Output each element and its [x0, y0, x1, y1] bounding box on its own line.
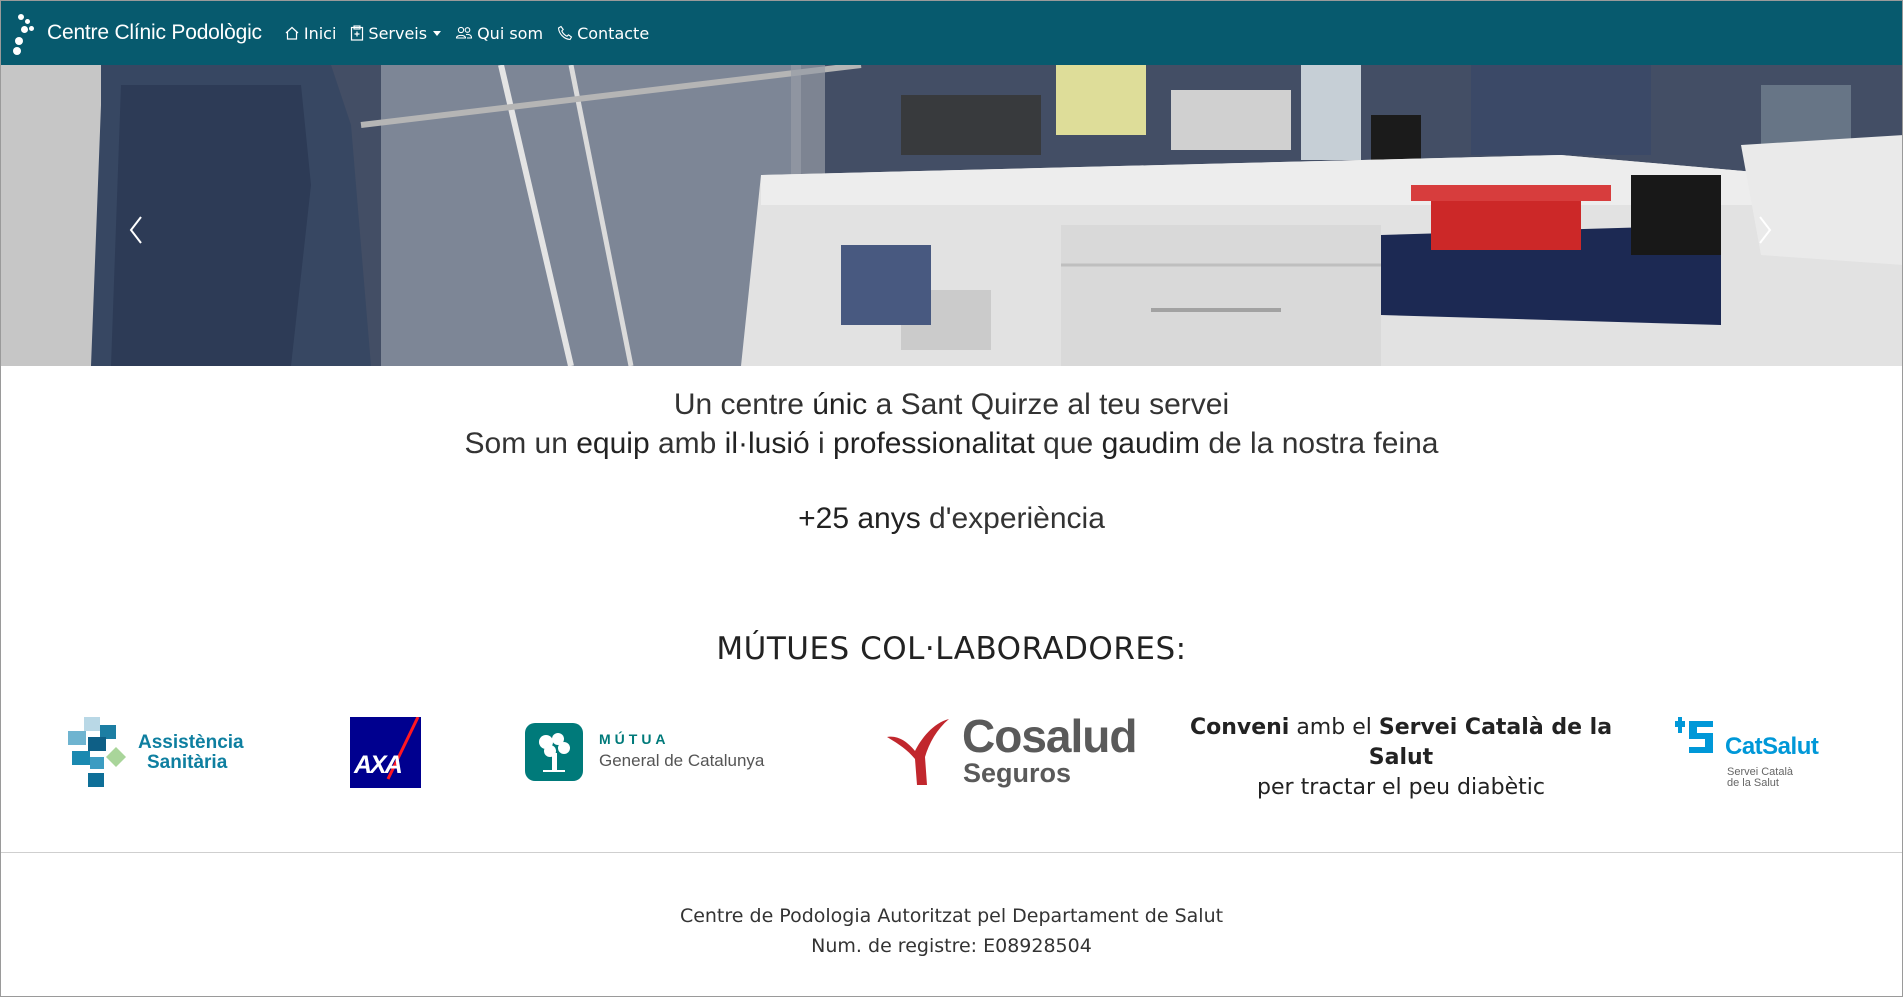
page-frame: Centre Clínic Podològic Inici Serveis Qu…	[0, 0, 1903, 997]
nav-item-label: Contacte	[577, 23, 650, 43]
intro-line-2: Som un equip amb il·lusió i professional…	[464, 427, 1439, 460]
main-nav: Inici Serveis Qui som Contacte	[284, 24, 663, 43]
nav-item-serveis[interactable]: Serveis	[350, 23, 442, 43]
cosalud-name-line2: Seguros	[963, 758, 1072, 788]
conveni-text: Conveni amb el Servei Català de la Salut…	[1161, 713, 1641, 803]
assistencia-icon	[68, 717, 126, 787]
mutua-name-line1: MÚTUA	[599, 731, 670, 747]
cosalud-y-icon	[887, 719, 949, 785]
home-icon	[285, 26, 299, 40]
assistencia-sanitaria-logo[interactable]: Assistència Sanitària	[64, 717, 264, 789]
tree-icon	[525, 723, 583, 781]
catsalut-icon	[1675, 717, 1713, 753]
nav-item-label: Serveis	[368, 23, 428, 43]
nav-item-qui-som[interactable]: Qui som	[455, 24, 543, 43]
catsalut-logo[interactable]: CatSalut Servei Català de la Salut	[1675, 717, 1845, 793]
cosalud-logo[interactable]: Cosalud Seguros	[887, 713, 1137, 793]
footer-registry: Num. de registre: E08928504	[811, 935, 1092, 957]
hero-carousel[interactable]	[1, 65, 1902, 366]
catsalut-sub2: de la Salut	[1727, 777, 1779, 789]
carousel-prev-button[interactable]	[116, 213, 156, 247]
experience-line: +25 anys d'experiència	[798, 502, 1105, 535]
nav-item-label: Inici	[303, 23, 337, 43]
chevron-right-icon	[1759, 216, 1772, 244]
cosalud-name-line1: Cosalud	[962, 710, 1137, 762]
navbar: Centre Clínic Podològic Inici Serveis Qu…	[1, 1, 1902, 65]
brand[interactable]: Centre Clínic Podològic	[13, 13, 262, 55]
assistencia-name-line2: Sanitària	[147, 752, 228, 773]
people-icon	[456, 26, 473, 39]
clipboard-icon	[351, 25, 364, 41]
mutues-title: MÚTUES COL·LABORADORES:	[716, 631, 1187, 667]
axa-logo[interactable]: AXA	[350, 717, 421, 788]
brand-logo-icon	[13, 13, 35, 55]
clinic-photo	[1, 65, 1902, 366]
intro-text: Un centre únic a Sant Quirze al teu serv…	[1, 385, 1902, 538]
nav-item-contacte[interactable]: Contacte	[557, 24, 649, 43]
mutua-general-logo[interactable]: MÚTUA General de Catalunya	[525, 723, 785, 783]
chevron-down-icon	[433, 30, 442, 36]
brand-name: Centre Clínic Podològic	[47, 21, 262, 44]
carousel-next-button[interactable]	[1745, 213, 1785, 247]
intro-line-1: Un centre únic a Sant Quirze al teu serv…	[673, 388, 1230, 421]
mutua-name-line2: General de Catalunya	[599, 751, 765, 770]
footer-authorization: Centre de Podologia Autoritzat pel Depar…	[679, 905, 1224, 927]
conveni-line-1: Conveni amb el Servei Català de la Salut	[1189, 715, 1613, 770]
nav-item-label: Qui som	[477, 23, 544, 43]
nav-item-inici[interactable]: Inici	[284, 23, 337, 43]
catsalut-name: CatSalut	[1725, 733, 1819, 760]
chevron-left-icon	[129, 216, 142, 244]
assistencia-name-line1: Assistència	[138, 732, 244, 753]
conveni-line-2: per tractar el peu diabètic	[1257, 775, 1545, 800]
footer: Centre de Podologia Autoritzat pel Depar…	[1, 852, 1902, 996]
phone-icon	[557, 25, 573, 41]
axa-wordmark: AXA	[354, 751, 403, 779]
